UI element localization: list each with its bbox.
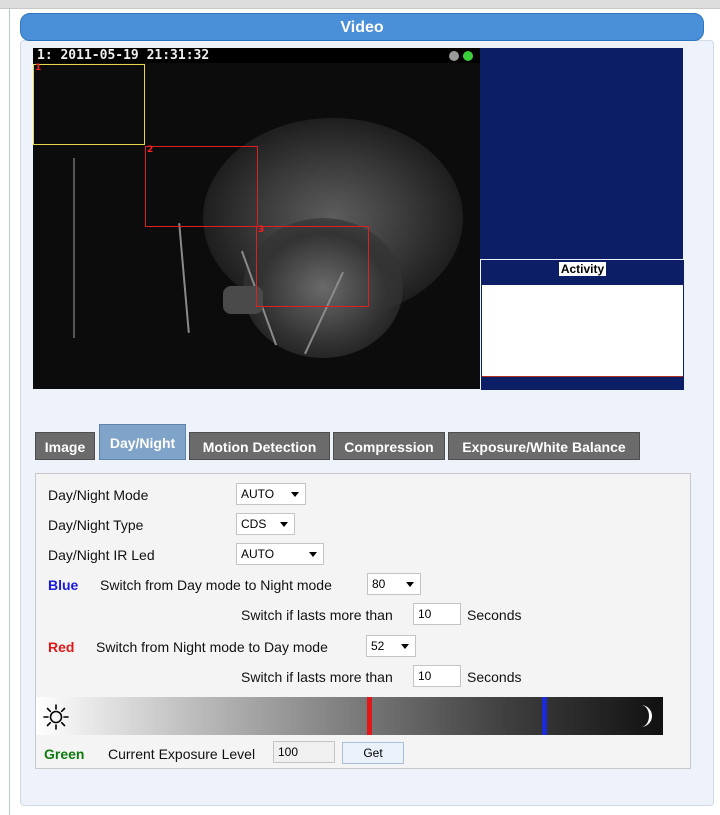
chevron-down-icon	[406, 582, 414, 587]
day-night-type-label: Day/Night Type	[48, 517, 144, 533]
current-exposure-label: Current Exposure Level	[108, 746, 256, 762]
blue-threshold-marker[interactable]	[542, 697, 547, 735]
moon-icon	[641, 705, 652, 727]
green-label: Green	[44, 746, 85, 762]
motion-zone-3[interactable]: 3	[256, 225, 369, 307]
blue-seconds-label: Seconds	[467, 607, 522, 623]
section-header-video: Video	[20, 13, 704, 41]
blue-label: Blue	[48, 577, 79, 593]
video-timestamp-bar: 1: 2011-05-19 21:31:32	[33, 48, 480, 63]
blue-switch-text: Switch from Day mode to Night mode	[100, 577, 332, 593]
motion-zone-2-label: 2	[147, 145, 154, 155]
exposure-gradient-bar	[36, 697, 663, 735]
activity-title: Activity	[558, 262, 607, 276]
chevron-down-icon	[280, 522, 288, 527]
motion-zone-1-label: 1	[35, 63, 42, 73]
blue-lasts-label: Switch if lasts more than	[241, 607, 393, 623]
day-night-mode-select[interactable]: AUTO	[236, 483, 306, 505]
get-exposure-button[interactable]: Get	[342, 742, 404, 764]
scene-chair-leg	[178, 223, 190, 333]
day-night-ir-led-value: AUTO	[241, 547, 275, 561]
motion-zone-3-label: 3	[258, 225, 265, 235]
red-threshold-value: 52	[371, 639, 385, 653]
blue-lasts-input[interactable]: 10	[413, 603, 461, 625]
tab-compression[interactable]: Compression	[333, 432, 445, 460]
gray-status-icon[interactable]	[449, 51, 459, 61]
scene-chair-leg	[73, 158, 75, 338]
red-threshold-select[interactable]: 52	[366, 635, 416, 657]
tab-exposure-white-balance[interactable]: Exposure/White Balance	[448, 432, 640, 460]
day-night-mode-value: AUTO	[241, 487, 275, 501]
tab-day-night[interactable]: Day/Night	[99, 424, 186, 460]
blue-threshold-select[interactable]: 80	[367, 573, 421, 595]
red-lasts-label: Switch if lasts more than	[241, 669, 393, 685]
day-night-type-select[interactable]: CDS	[236, 513, 295, 535]
green-status-icon[interactable]	[463, 51, 473, 61]
red-lasts-input[interactable]: 10	[413, 665, 461, 687]
side-preview-panel	[480, 48, 683, 259]
tab-image[interactable]: Image	[35, 432, 95, 460]
activity-graph	[482, 285, 683, 377]
chevron-down-icon	[309, 552, 317, 557]
red-label: Red	[48, 639, 75, 655]
chevron-down-icon	[401, 644, 409, 649]
red-seconds-label: Seconds	[467, 669, 522, 685]
blue-threshold-value: 80	[372, 577, 386, 591]
activity-panel: Activity	[481, 260, 684, 390]
sun-icon	[43, 704, 69, 730]
day-night-type-value: CDS	[241, 517, 267, 531]
motion-zone-1[interactable]: 1	[33, 63, 145, 145]
video-timestamp: 1: 2011-05-19 21:31:32	[37, 48, 210, 63]
day-night-ir-led-select[interactable]: AUTO	[236, 543, 324, 565]
current-exposure-field: 100	[273, 741, 335, 763]
red-switch-text: Switch from Night mode to Day mode	[96, 639, 328, 655]
day-night-mode-label: Day/Night Mode	[48, 487, 149, 503]
camera-preview: 1: 2011-05-19 21:31:32 1 2 3	[33, 48, 480, 389]
chevron-down-icon	[291, 492, 299, 497]
motion-zone-2[interactable]: 2	[145, 145, 258, 227]
red-threshold-marker[interactable]	[367, 697, 372, 735]
day-night-ir-led-label: Day/Night IR Led	[48, 547, 155, 563]
tab-motion-detection[interactable]: Motion Detection	[189, 432, 330, 460]
activity-threshold-line	[482, 376, 683, 377]
